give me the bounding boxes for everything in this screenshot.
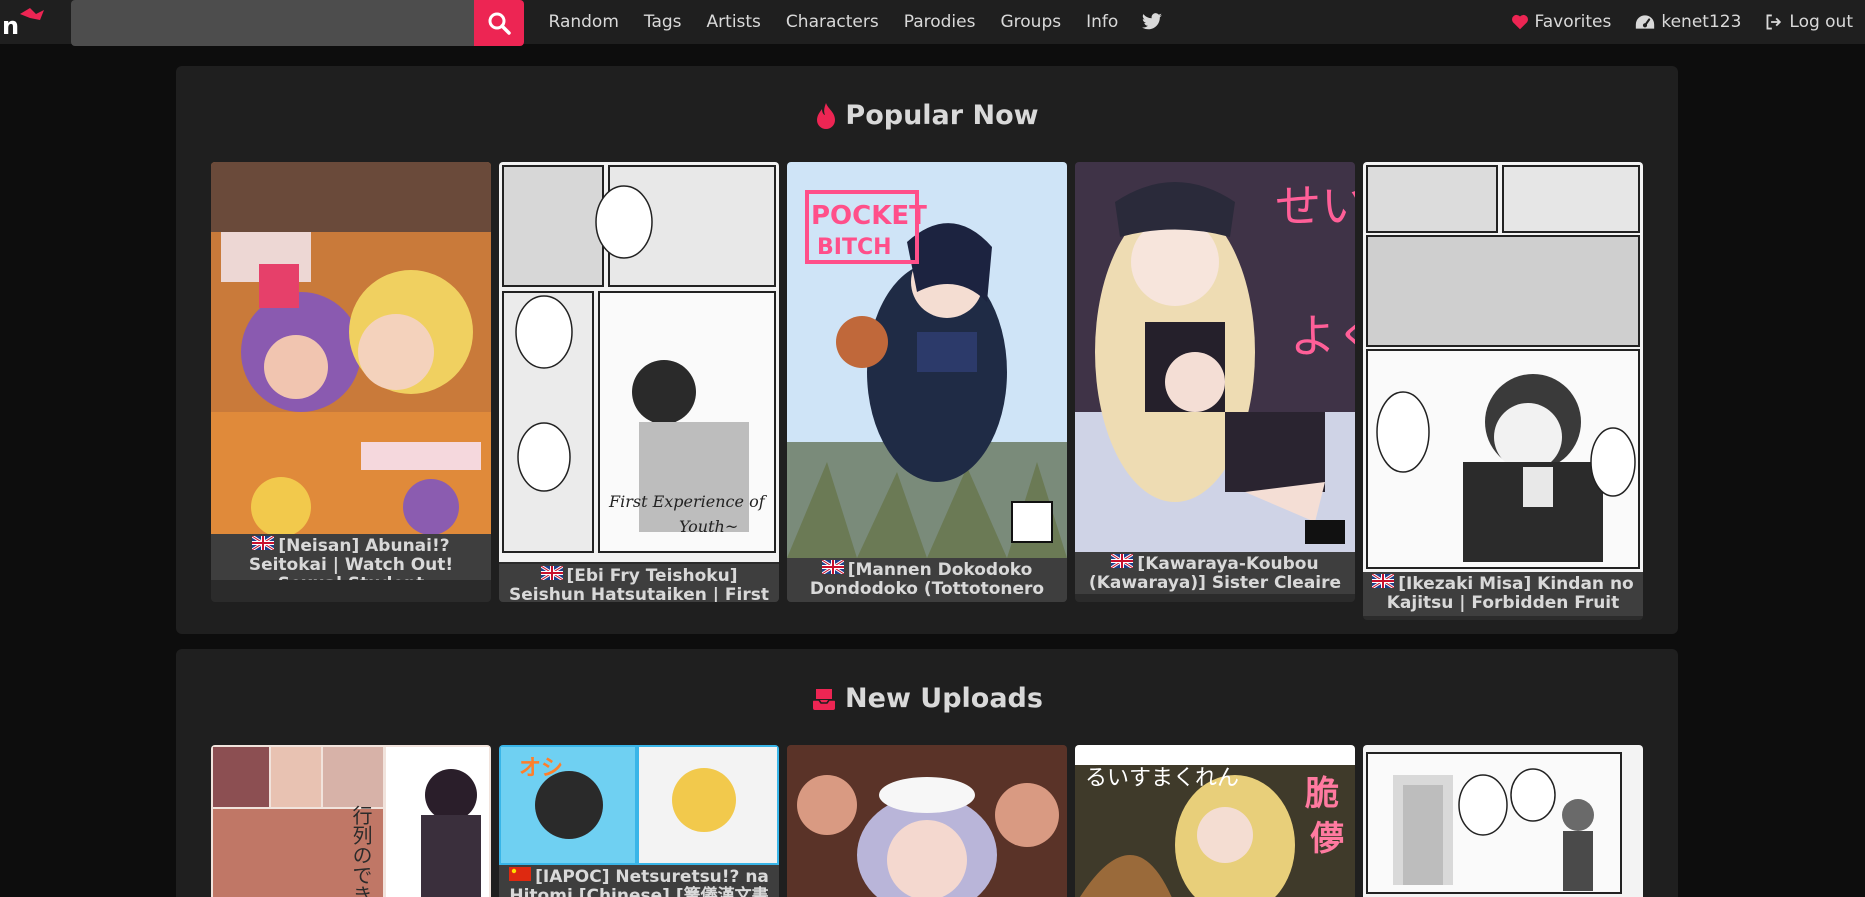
gallery-card[interactable]: せい よく [Kawaraya-Koubou (Kawaraya)] Siste… <box>1075 162 1355 602</box>
logout-link[interactable]: Log out <box>1753 0 1865 44</box>
svg-text:るいすまくれん: るいすまくれん <box>1085 766 1239 791</box>
search-form <box>71 0 524 46</box>
svg-text:BITCH: BITCH <box>817 235 892 260</box>
chinese-flag-icon <box>509 867 532 881</box>
gallery-cover-image <box>211 162 491 534</box>
gallery-card[interactable]: First Experience of Youth~ [Ebi Fry Teis… <box>499 162 779 602</box>
gallery-caption: [Neisan] Abunai!? Seitokai | Watch Out! … <box>211 534 491 580</box>
svg-text:Youth~: Youth~ <box>679 517 738 536</box>
gallery-cover-image: POCKET BITCH <box>787 162 1067 558</box>
gallery-cover-image: 脆 儚 るいすまくれん <box>1075 745 1355 897</box>
english-flag-icon <box>821 560 844 574</box>
new-uploads-heading: New Uploads <box>176 683 1678 714</box>
english-flag-icon <box>1111 554 1134 568</box>
inbox-stack-icon <box>813 688 836 710</box>
popular-now-section: Popular Now [Neisan] Abunai!? Seitokai |… <box>176 66 1678 634</box>
gallery-cover-image: せい よく <box>1075 162 1355 552</box>
menu-groups[interactable]: Groups <box>988 0 1074 44</box>
gallery-caption: [Ebi Fry Teishoku] Seishun Hatsutaiken |… <box>499 564 779 602</box>
svg-text:よく: よく <box>1290 309 1355 363</box>
favorites-label: Favorites <box>1534 12 1612 32</box>
heart-icon <box>1511 14 1528 30</box>
svg-text:オシ: オシ <box>519 756 563 781</box>
search-button[interactable] <box>474 0 524 46</box>
search-icon <box>488 12 511 35</box>
gallery-caption: [IAPOC] Netsuretsu!? na Hitomi [Chinese]… <box>499 865 779 897</box>
svg-text:行列のできる: 行列のできる <box>349 805 373 897</box>
fire-icon <box>817 102 836 129</box>
gallery-cover-image <box>1363 745 1643 897</box>
gallery-cover-image: First Experience of Youth~ <box>499 162 779 562</box>
top-navbar: n Random Tags Artists Characters Parodie… <box>0 0 1865 46</box>
menu-artists[interactable]: Artists <box>694 0 773 44</box>
svg-text:せい: せい <box>1275 179 1355 233</box>
gallery-caption: [Mannen Dokodoko Dondodoko (Tottotonero <box>787 558 1067 602</box>
svg-text:儚: 儚 <box>1310 819 1344 859</box>
logout-icon <box>1766 14 1782 30</box>
favorites-link[interactable]: Favorites <box>1499 0 1624 44</box>
twitter-link[interactable] <box>1131 13 1173 31</box>
svg-text:POCKET: POCKET <box>811 201 927 231</box>
profile-link[interactable]: kenet123 <box>1623 0 1753 44</box>
gallery-cover-image: オシ <box>499 745 779 865</box>
gallery-card[interactable]: 行列のできる <box>211 745 491 897</box>
gallery-cover-image <box>787 745 1067 897</box>
gallery-card[interactable]: 脆 儚 るいすまくれん <box>1075 745 1355 897</box>
logout-label: Log out <box>1789 12 1853 32</box>
main-menu: Random Tags Artists Characters Parodies … <box>536 0 1173 44</box>
twitter-icon <box>1141 13 1162 30</box>
menu-info[interactable]: Info <box>1074 0 1131 44</box>
menu-random[interactable]: Random <box>536 0 631 44</box>
gallery-caption: [Kawaraya-Koubou (Kawaraya)] Sister Clea… <box>1075 552 1355 594</box>
new-uploads-title: New Uploads <box>845 683 1043 714</box>
user-menu: Favorites kenet123 Log out <box>1499 0 1865 44</box>
gallery-caption: [Ikezaki Misa] Kindan no Kajitsu | Forbi… <box>1363 572 1643 616</box>
gallery-card[interactable] <box>1363 745 1643 897</box>
popular-now-title: Popular Now <box>845 100 1039 131</box>
username-label: kenet123 <box>1661 12 1742 32</box>
svg-text:n: n <box>2 12 19 40</box>
gallery-cover-image: 行列のできる <box>211 745 491 897</box>
svg-text:脆: 脆 <box>1305 774 1339 814</box>
menu-characters[interactable]: Characters <box>773 0 891 44</box>
gallery-card[interactable] <box>787 745 1067 897</box>
search-input[interactable] <box>71 0 474 46</box>
english-flag-icon <box>1372 574 1395 588</box>
new-uploads-section: New Uploads 行列のできる オシ [IAPOC] Netsuretsu… <box>176 649 1678 897</box>
gallery-cover-image <box>1363 162 1643 572</box>
svg-text:First Experience of: First Experience of <box>608 492 768 511</box>
site-logo[interactable]: n <box>0 4 48 40</box>
gallery-card[interactable]: [Ikezaki Misa] Kindan no Kajitsu | Forbi… <box>1363 162 1643 620</box>
english-flag-icon <box>252 536 275 550</box>
menu-parodies[interactable]: Parodies <box>891 0 988 44</box>
popular-now-heading: Popular Now <box>176 100 1678 131</box>
gallery-card[interactable]: オシ [IAPOC] Netsuretsu!? na Hitomi [Chine… <box>499 745 779 897</box>
menu-tags[interactable]: Tags <box>631 0 694 44</box>
gallery-card[interactable]: [Neisan] Abunai!? Seitokai | Watch Out! … <box>211 162 491 602</box>
gallery-card[interactable]: POCKET BITCH [Mannen Dokodoko Dondodoko … <box>787 162 1067 602</box>
dashboard-icon <box>1636 15 1655 29</box>
english-flag-icon <box>540 566 563 580</box>
